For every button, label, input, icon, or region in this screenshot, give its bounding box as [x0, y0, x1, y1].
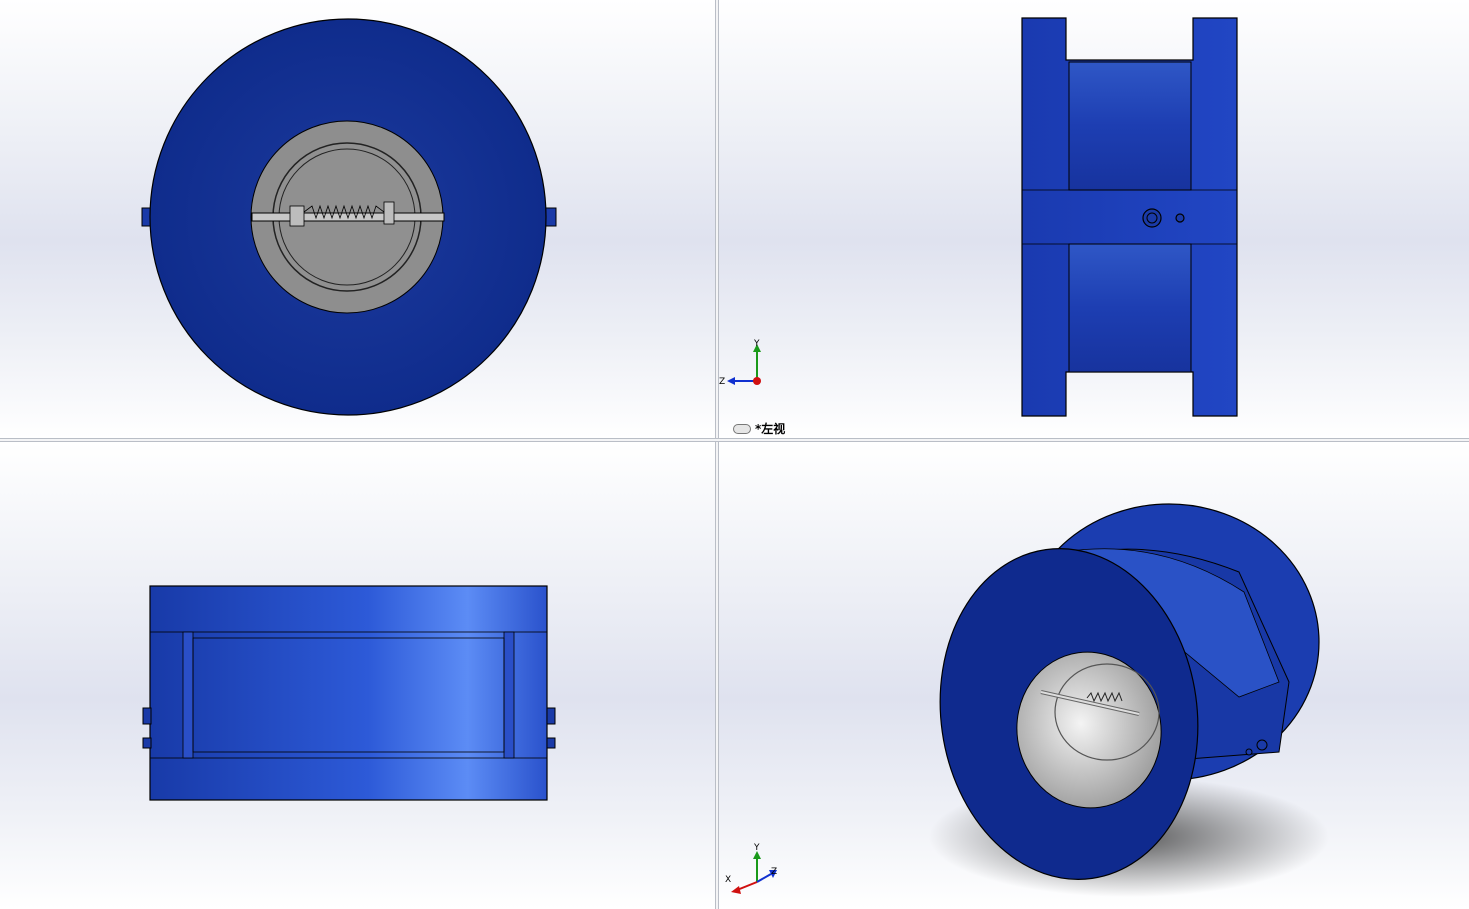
viewport-isometric[interactable]: Y X Z [719, 442, 1469, 909]
isometric-view-model: Y X Z [725, 503, 1329, 897]
viewport-left[interactable]: Y Z *左视 [719, 0, 1469, 438]
svg-text:Y: Y [753, 843, 760, 853]
svg-text:Z: Z [771, 867, 777, 877]
view-label-text: *左视 [755, 422, 786, 436]
horizontal-splitter[interactable] [0, 438, 1469, 442]
coordinate-triad-left: Y Z [719, 339, 761, 387]
viewport-top[interactable] [0, 442, 715, 909]
viewport-front[interactable] [0, 0, 715, 438]
valve-body-top [149, 585, 548, 801]
top-view-model [142, 585, 556, 801]
svg-text:Y: Y [753, 339, 760, 349]
vertical-splitter[interactable] [715, 0, 719, 909]
svg-text:Z: Z [719, 377, 725, 387]
port-large [1142, 208, 1162, 228]
coordinate-triad-iso: Y X Z [725, 843, 777, 894]
view-label: *左视 [733, 420, 785, 437]
link-icon [733, 423, 751, 434]
left-view-model: Y Z [719, 17, 1238, 417]
front-view-model [141, 18, 557, 416]
svg-text:X: X [725, 875, 731, 885]
port-small [1175, 213, 1185, 223]
